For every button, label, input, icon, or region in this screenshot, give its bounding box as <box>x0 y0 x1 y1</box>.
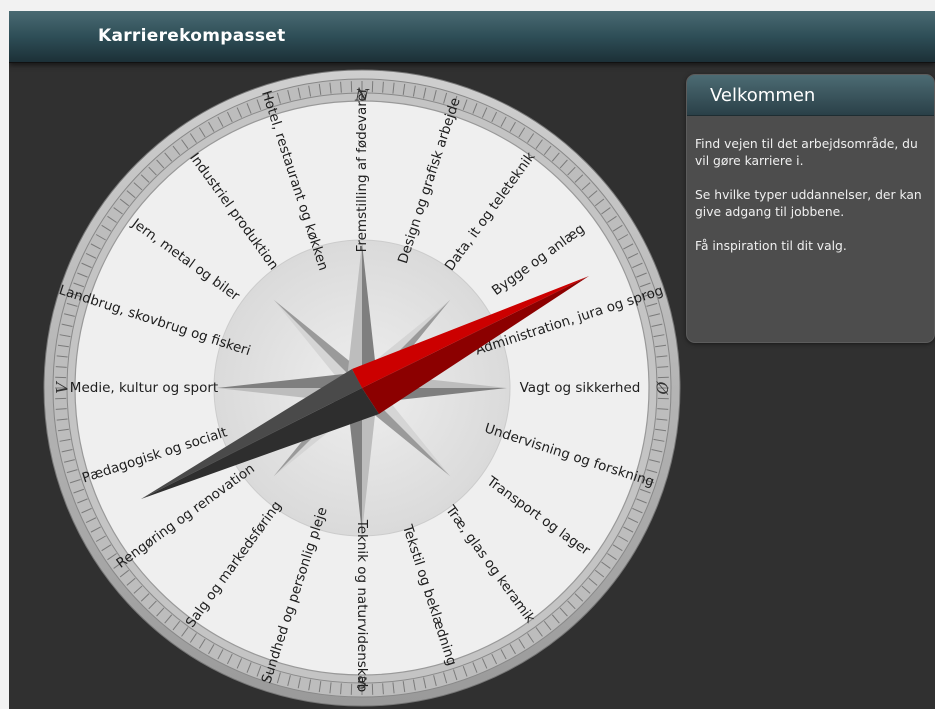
welcome-paragraph: Find vejen til det arbejdsområde, du vil… <box>695 137 918 168</box>
cardinal-west: V <box>53 381 72 394</box>
welcome-title: Velkommen <box>710 85 816 106</box>
welcome-text: Find vejen til det arbejdsområde, du vil… <box>695 136 931 272</box>
sector-label[interactable]: Fremstilling af fødevarer <box>354 87 370 252</box>
welcome-paragraph: Få inspiration til dit valg. <box>695 239 847 253</box>
app-frame: Karrierekompasset Fremstilling af fødeva… <box>9 11 935 709</box>
sector-label[interactable]: Teknik og naturvidenskab <box>354 519 370 692</box>
sector-label[interactable]: Vagt og sikkerhed <box>520 380 641 396</box>
cardinal-north: N <box>354 86 370 105</box>
sector-label[interactable]: Medie, kultur og sport <box>70 380 218 396</box>
welcome-paragraph: Se hvilke typer uddannelser, der kan giv… <box>695 188 922 219</box>
cardinal-south: S <box>357 674 368 693</box>
cardinal-east: Ø <box>653 380 672 395</box>
welcome-panel: Velkommen Find vejen til det arbejdsområ… <box>686 74 935 343</box>
welcome-header: Velkommen <box>687 75 934 116</box>
